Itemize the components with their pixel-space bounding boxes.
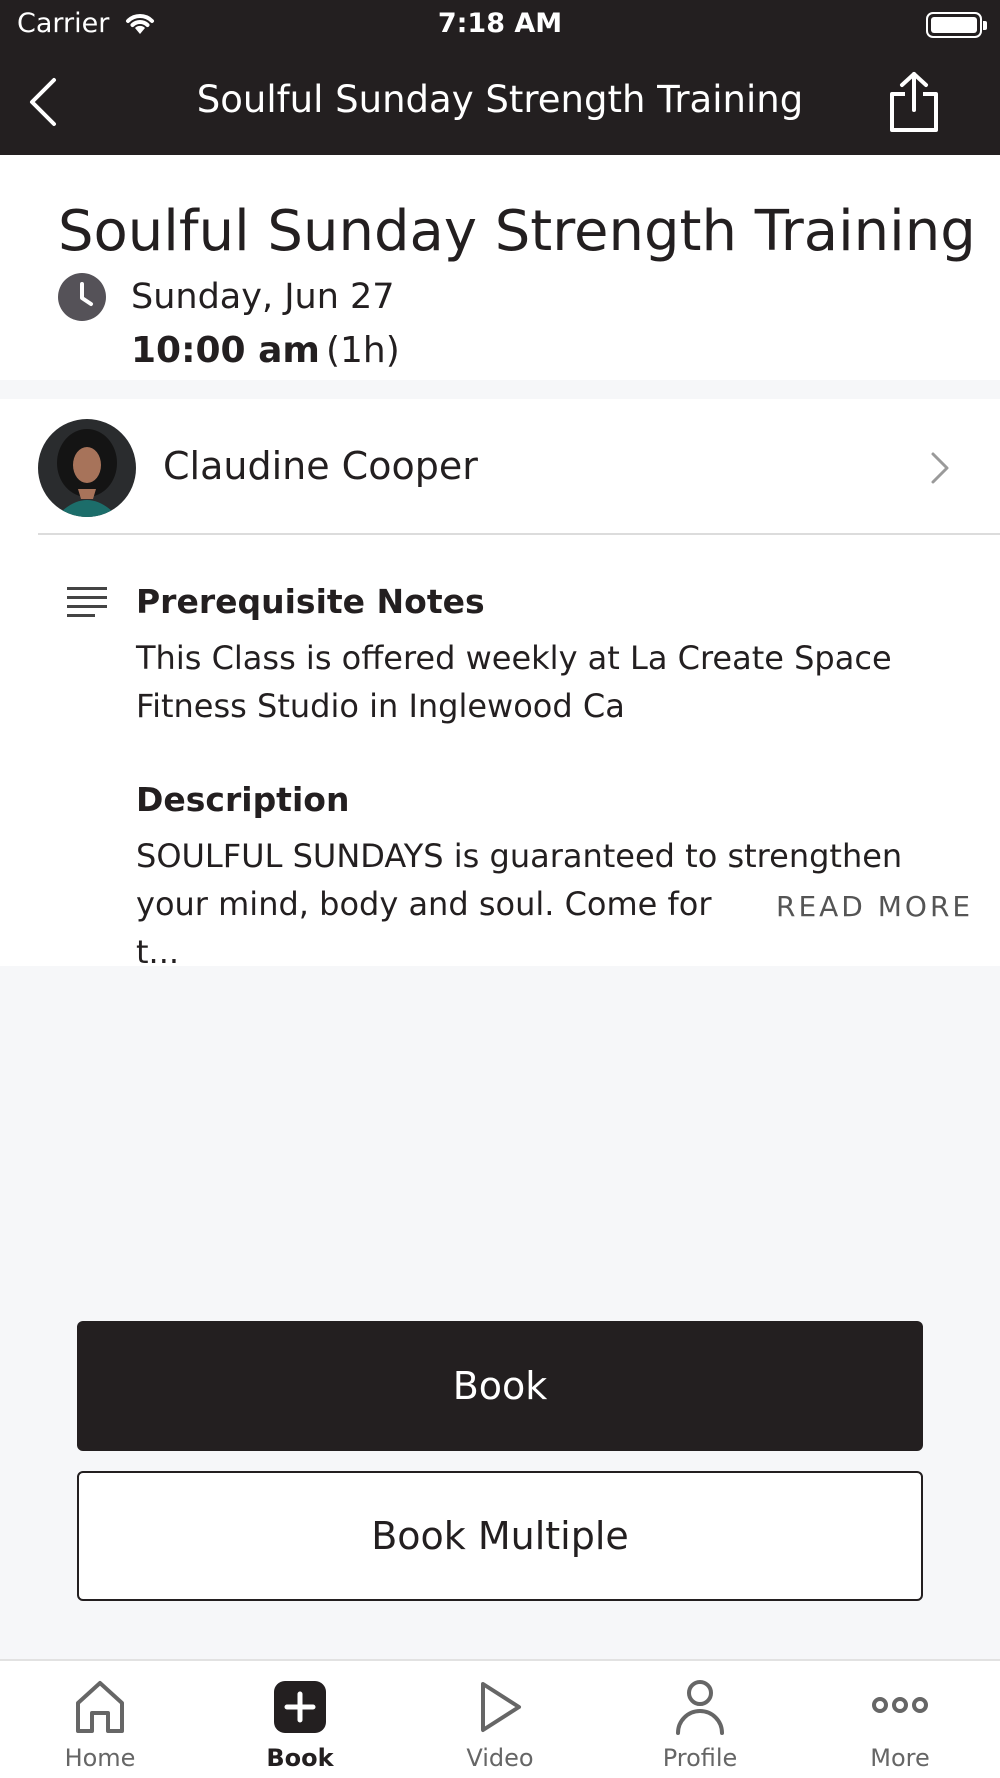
prerequisite-heading: Prerequisite Notes bbox=[136, 582, 485, 621]
book-button[interactable]: Book bbox=[77, 1321, 923, 1451]
status-bar: Carrier 7:18 AM bbox=[0, 0, 1000, 50]
person-icon bbox=[676, 1680, 724, 1735]
tab-label: Book bbox=[266, 1744, 334, 1772]
class-date: Sunday, Jun 27 bbox=[131, 277, 395, 317]
tab-label: More bbox=[870, 1744, 930, 1772]
read-more-link[interactable]: READ MORE bbox=[776, 890, 973, 923]
app-screen: Carrier 7:18 AM Soulful Sunday Strength … bbox=[0, 0, 1000, 1778]
tab-bar: Home Book Video Profile More bbox=[0, 1659, 1000, 1778]
tab-label: Home bbox=[64, 1744, 136, 1772]
chevron-right-icon bbox=[931, 452, 949, 484]
tab-profile[interactable]: Profile bbox=[600, 1661, 800, 1778]
book-multiple-button[interactable]: Book Multiple bbox=[77, 1471, 923, 1601]
prerequisite-body: This Class is offered weekly at La Creat… bbox=[136, 639, 892, 725]
page-title: Soulful Sunday Strength Training bbox=[58, 199, 976, 264]
description-line-1: SOULFUL SUNDAYS is guaranteed to strengt… bbox=[136, 837, 903, 875]
class-start-time: 10:00 am bbox=[131, 330, 320, 371]
more-dots-icon bbox=[872, 1697, 928, 1713]
share-icon[interactable] bbox=[886, 70, 942, 134]
tab-home[interactable]: Home bbox=[0, 1661, 200, 1778]
top-bar: Carrier 7:18 AM Soulful Sunday Strength … bbox=[0, 0, 1000, 155]
description-line-2: your mind, body and soul. Come for t... bbox=[136, 885, 712, 971]
clock-icon bbox=[58, 273, 106, 321]
tab-book[interactable]: Book bbox=[200, 1661, 400, 1778]
description-heading: Description bbox=[136, 780, 350, 819]
battery-icon bbox=[926, 12, 987, 38]
class-duration: (1h) bbox=[325, 330, 400, 371]
class-time: 10:00 am (1h) bbox=[131, 330, 400, 371]
home-icon bbox=[76, 1681, 124, 1733]
play-icon bbox=[481, 1682, 521, 1732]
tab-label: Video bbox=[466, 1744, 534, 1772]
chevron-left-icon[interactable] bbox=[22, 74, 66, 130]
class-header: Soulful Sunday Strength Training Sunday,… bbox=[0, 155, 1000, 380]
plus-square-icon bbox=[274, 1681, 326, 1733]
notes-icon bbox=[67, 587, 107, 617]
avatar bbox=[38, 419, 136, 517]
tab-label: Profile bbox=[662, 1744, 738, 1772]
class-details: Claudine Cooper Prerequisite Notes This … bbox=[0, 399, 1000, 971]
instructor-row[interactable]: Claudine Cooper bbox=[38, 399, 1000, 535]
nav-title: Soulful Sunday Strength Training bbox=[196, 78, 804, 121]
tab-more[interactable]: More bbox=[800, 1661, 1000, 1778]
status-time: 7:18 AM bbox=[437, 8, 563, 39]
instructor-name: Claudine Cooper bbox=[163, 444, 478, 488]
tab-video[interactable]: Video bbox=[400, 1661, 600, 1778]
